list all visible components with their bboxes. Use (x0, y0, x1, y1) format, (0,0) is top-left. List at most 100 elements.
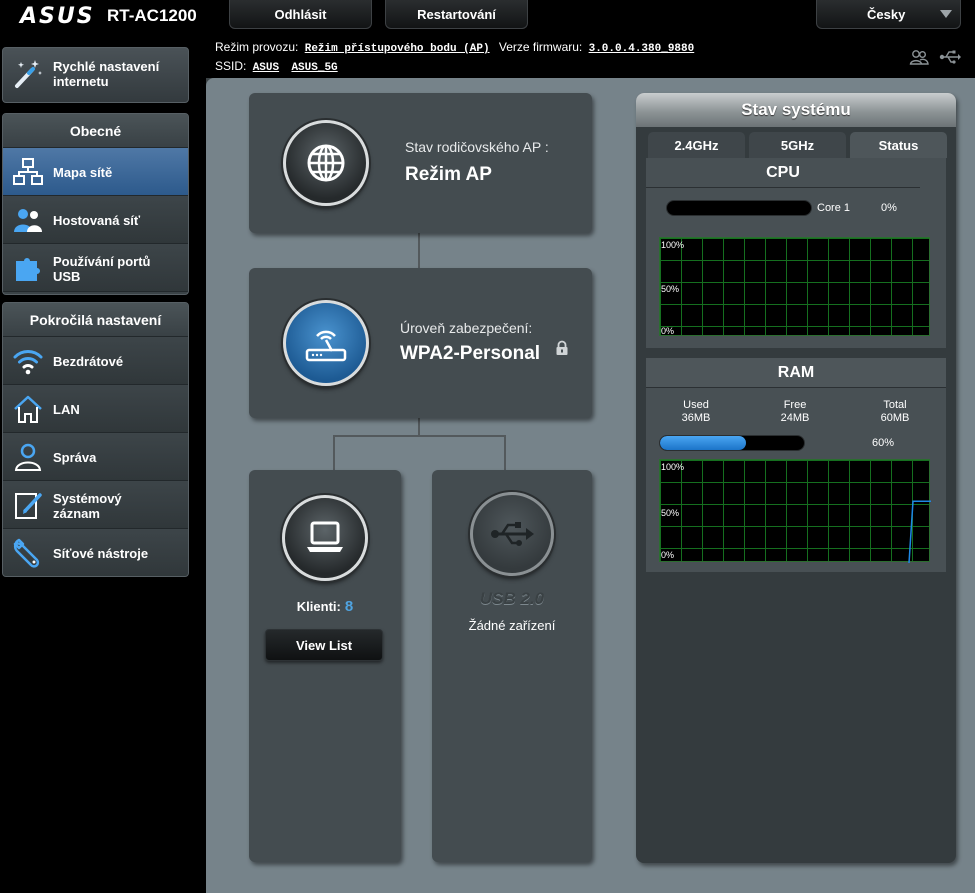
system-status-title: Stav systému (636, 93, 956, 127)
language-select[interactable]: Česky (816, 0, 961, 29)
usb-icon (491, 522, 534, 546)
quick-setup-label-line2: internetu (53, 74, 109, 89)
sidebar-item-label: Hostovaná síť (53, 213, 141, 228)
admin-user-icon (14, 443, 42, 471)
status-tabs: 2.4GHz 5GHz Status (648, 132, 947, 158)
sidebar-item-lan[interactable]: LAN (3, 385, 188, 433)
general-header: Obecné (3, 114, 188, 148)
sidebar-item-label: Bezdrátové (53, 354, 124, 369)
usb-title: USB 2.0 (479, 589, 545, 608)
mode-firmware-row: Režim provozu: Režim přístupového bodu (… (215, 40, 700, 55)
parent-ap-card[interactable]: Stav rodičovského AP : Režim AP (249, 93, 592, 233)
ssid-link-1[interactable]: ASUS (253, 62, 279, 74)
cpu-title: CPU (646, 158, 920, 188)
ram-free-label: Free (783, 399, 807, 411)
sidebar-item-administration[interactable]: Správa (3, 433, 188, 481)
clients-label: Klienti: (296, 599, 341, 614)
ssid-label: SSID: (215, 59, 247, 73)
cpu-core-bar (666, 200, 812, 216)
system-status-panel: Stav systému 2.4GHz 5GHz Status CPU Core… (636, 93, 956, 863)
connector-line (418, 233, 420, 268)
sidebar-item-label: Síťové nástroje (53, 546, 149, 561)
router-security-card[interactable]: Úroveň zabezpečení: WPA2-Personal (249, 268, 592, 418)
chevron-down-icon (940, 10, 952, 18)
ram-usage-bar-fill (660, 436, 747, 450)
sidebar-item-label-line2: záznam (53, 506, 100, 521)
network-tools-icon (13, 538, 40, 568)
tab-24ghz[interactable]: 2.4GHz (648, 132, 745, 158)
clients-card[interactable]: Klienti: 8 View List (249, 470, 401, 862)
sidebar-item-guest-network[interactable]: Hostovaná síť (3, 196, 188, 244)
quick-internet-setup[interactable]: Rychlé nastavení internetu (2, 47, 189, 103)
firmware-link[interactable]: 3.0.0.4.380_9880 (589, 43, 695, 55)
clients-button[interactable] (282, 495, 368, 581)
globe-icon (307, 144, 345, 182)
ram-total-value: 60MB (880, 412, 910, 424)
sidebar-item-label: Systémový záznam (53, 491, 122, 521)
sidebar-item-system-log[interactable]: Systémový záznam (3, 481, 188, 529)
lan-house-icon (14, 395, 42, 423)
asus-logo[interactable]: ASUS (20, 4, 95, 29)
router-icon (305, 330, 347, 362)
tab-5ghz[interactable]: 5GHz (749, 132, 846, 158)
connector-line (504, 435, 506, 470)
top-bar: ASUS RT-AC1200 Odhlásit Restartování Čes… (0, 0, 975, 30)
sidebar-item-label: Správa (53, 450, 97, 465)
graph-label-0: 0% (661, 326, 675, 336)
ram-used-value: 36MB (681, 412, 711, 424)
restart-button[interactable]: Restartování (385, 0, 528, 29)
quick-setup-label-line1: Rychlé nastavení (53, 59, 160, 74)
sidebar-item-network-tools[interactable]: Síťové nástroje (3, 529, 188, 576)
usb-status-icon[interactable] (939, 49, 961, 65)
ap-status-value: Režim AP (405, 164, 492, 185)
computer-icon (307, 521, 343, 552)
lock-icon (556, 340, 568, 355)
mode-link[interactable]: Režim přístupového bodu (AP) (305, 43, 490, 55)
router-model: RT-AC1200 (107, 6, 197, 25)
connector-line (333, 435, 506, 437)
clients-status-icon[interactable] (909, 49, 929, 65)
connector-line (418, 418, 420, 436)
ram-usage-percent: 60% (872, 437, 895, 449)
sidebar-item-network-map[interactable]: Mapa sítě (3, 148, 188, 196)
system-log-icon (15, 493, 42, 519)
router-button[interactable] (283, 300, 369, 386)
status-icons (909, 49, 961, 65)
main-panel: Stav rodičovského AP : Režim AP Úroveň z… (206, 78, 975, 893)
sidebar-item-label: LAN (53, 402, 80, 417)
mode-label: Režim provozu: (215, 40, 299, 54)
logout-button[interactable]: Odhlásit (229, 0, 372, 29)
wireless-icon (13, 350, 43, 375)
advanced-menu-group: Pokročilá nastavení Bezdrátové LAN Správ… (2, 302, 189, 577)
security-value: WPA2-Personal (400, 343, 541, 364)
usb-device-button[interactable] (470, 492, 554, 576)
advanced-header: Pokročilá nastavení (3, 303, 188, 337)
usb-app-icon (16, 258, 40, 281)
network-map-icon (13, 158, 43, 185)
usb-card[interactable]: USB 2.0 Žádné zařízení (432, 470, 592, 862)
sidebar-item-wireless[interactable]: Bezdrátové (3, 337, 188, 385)
sidebar-item-usb-application[interactable]: Používání portů USB (3, 244, 188, 292)
language-label: Česky (867, 6, 906, 22)
cpu-core-label: Core 1 (817, 202, 851, 214)
ssid-link-2[interactable]: ASUS_5G (291, 62, 337, 74)
ram-free: Free 24MB (760, 399, 830, 425)
tab-status[interactable]: Status (850, 132, 947, 158)
quick-setup-label: Rychlé nastavení internetu (53, 59, 159, 89)
ram-title: RAM (646, 358, 946, 388)
usb-status: Žádné zařízení (468, 618, 556, 633)
cpu-core-percent: 0% (881, 202, 897, 214)
ram-total: Total 60MB (860, 399, 930, 425)
ram-used: Used 36MB (661, 399, 731, 425)
view-list-button[interactable]: View List (265, 629, 383, 661)
guest-network-icon (14, 209, 42, 232)
sidebar-item-label: Používání portů USB (53, 254, 151, 284)
graph-label-100: 100% (661, 240, 685, 250)
graph-label-50: 50% (661, 284, 680, 294)
sidebar-item-label: Mapa sítě (53, 165, 113, 180)
sidebar-item-label-line1: Používání portů (53, 254, 151, 269)
ram-usage-bar (659, 435, 805, 451)
cpu-section: CPU Core 1 0% 100% 50% 0% (646, 158, 946, 348)
sidebar-item-label-line2: USB (53, 269, 81, 284)
internet-globe-button[interactable] (283, 120, 369, 206)
